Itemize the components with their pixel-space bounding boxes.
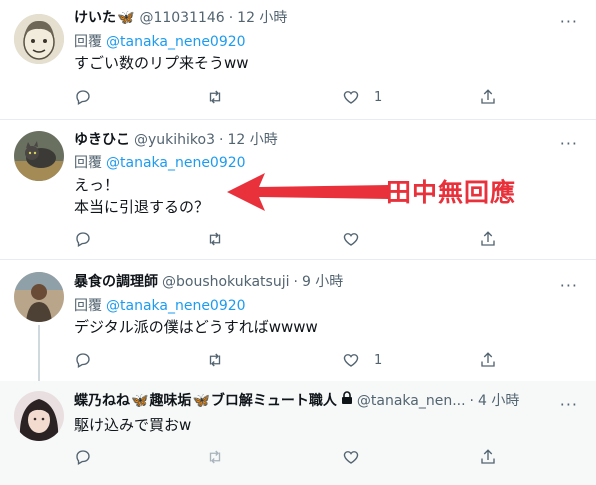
reply-icon xyxy=(76,232,90,247)
display-name[interactable]: けいた xyxy=(74,8,116,28)
reply-label: 回覆 xyxy=(74,34,102,50)
tweet-reply-3[interactable]: 暴食の調理師 @boushokukatsuji · 9 小時 ··· 回覆 @ta… xyxy=(0,261,596,381)
heart-icon xyxy=(343,91,359,104)
more-options-icon[interactable]: ··· xyxy=(560,278,578,294)
share-button[interactable] xyxy=(479,350,497,370)
separator-dot: · xyxy=(219,132,224,148)
display-name[interactable]: 蝶乃ねね🦋趣味垢🦋ブロ解ミュート職人 xyxy=(74,391,337,411)
user-handle[interactable]: @yukihiko3 xyxy=(134,130,215,150)
tweet-author-reply[interactable]: 蝶乃ねね🦋趣味垢🦋ブロ解ミュート職人 @tanaka_nen... · 4 小時… xyxy=(0,381,596,485)
share-button[interactable] xyxy=(479,87,497,107)
retweet-icon xyxy=(209,232,221,246)
tweet-actions xyxy=(74,447,504,467)
tweet-text: えっ！ 本当に引退するの？ xyxy=(74,176,210,216)
timestamp[interactable]: 12 小時 xyxy=(227,130,277,150)
like-button[interactable]: 1 xyxy=(342,87,382,107)
retweet-icon xyxy=(209,450,221,464)
display-name[interactable]: ゆきひこ xyxy=(74,130,130,150)
reply-icon xyxy=(76,90,90,105)
like-button[interactable] xyxy=(342,229,374,249)
lock-icon xyxy=(340,391,354,411)
share-icon xyxy=(481,231,495,246)
separator-dot: · xyxy=(469,393,474,409)
butterfly-emoji-icon: 🦋 xyxy=(192,393,210,409)
reply-context: 回覆 @tanaka_nene0920 xyxy=(74,296,246,316)
display-name-part: 趣味垢 xyxy=(149,393,192,409)
reply-mention-link[interactable]: @tanaka_nene0920 xyxy=(106,298,246,314)
separator-dot: · xyxy=(293,274,298,290)
retweet-button[interactable] xyxy=(206,229,224,249)
tweet-text: デジタル派の僕はどうすればwwww xyxy=(74,318,318,336)
like-count: 1 xyxy=(374,89,383,105)
like-button[interactable]: 1 xyxy=(342,350,382,370)
tweet-actions: 1 xyxy=(74,350,504,370)
tweet-actions xyxy=(74,229,504,249)
thread-line xyxy=(38,325,40,381)
display-name-part: 蝶乃ねね xyxy=(74,393,130,409)
like-count: 1 xyxy=(374,352,383,368)
more-options-icon[interactable]: ··· xyxy=(560,136,578,152)
reply-label: 回覆 xyxy=(74,155,102,171)
tweet-text: 駆け込みで買おw xyxy=(74,416,192,434)
reply-label: 回覆 xyxy=(74,298,102,314)
butterfly-emoji-icon: 🦋 xyxy=(131,393,149,409)
share-icon xyxy=(481,352,495,367)
retweet-button[interactable] xyxy=(206,87,224,107)
user-handle[interactable]: @boushokukatsuji xyxy=(162,272,289,292)
reply-context: 回覆 @tanaka_nene0920 xyxy=(74,153,246,173)
heart-icon xyxy=(343,451,359,464)
heart-icon xyxy=(343,354,359,367)
display-name[interactable]: 暴食の調理師 xyxy=(74,272,158,292)
reply-button[interactable] xyxy=(74,350,92,370)
tweet-actions: 1 xyxy=(74,87,504,107)
timestamp[interactable]: 4 小時 xyxy=(478,391,519,411)
share-button[interactable] xyxy=(479,447,497,467)
share-button[interactable] xyxy=(479,229,497,249)
reply-button[interactable] xyxy=(74,87,92,107)
annotation-label: 田中無回應 xyxy=(386,178,517,207)
reply-icon xyxy=(76,353,90,368)
more-options-icon[interactable]: ··· xyxy=(560,397,578,413)
avatar[interactable] xyxy=(14,14,64,64)
avatar[interactable] xyxy=(14,272,64,322)
timestamp[interactable]: 12 小時 xyxy=(237,8,287,28)
tweet-text: すごい数のリプ来そうww xyxy=(74,54,249,72)
heart-icon xyxy=(343,233,359,246)
reply-icon xyxy=(76,450,90,465)
annotation-arrow-icon xyxy=(227,173,390,211)
reply-button[interactable] xyxy=(74,447,92,467)
like-button[interactable] xyxy=(342,447,360,467)
reply-context: 回覆 @tanaka_nene0920 xyxy=(74,32,246,52)
timestamp[interactable]: 9 小時 xyxy=(302,272,343,292)
user-handle[interactable]: @tanaka_nen... xyxy=(357,391,466,411)
reply-button[interactable] xyxy=(74,229,92,249)
retweet-icon xyxy=(209,353,221,367)
avatar[interactable] xyxy=(14,391,64,441)
retweet-button[interactable] xyxy=(206,350,224,370)
more-options-icon[interactable]: ··· xyxy=(560,14,578,30)
tweet-reply-1[interactable]: けいた 🦋 @11031146 · 12 小時 ··· 回覆 @tanaka_ne… xyxy=(0,0,596,120)
share-icon xyxy=(481,89,495,104)
retweet-button[interactable] xyxy=(206,447,224,467)
user-handle[interactable]: @11031146 xyxy=(139,8,224,28)
display-name-part: ブロ解ミュート職人 xyxy=(210,393,337,409)
reply-mention-link[interactable]: @tanaka_nene0920 xyxy=(106,34,246,50)
separator-dot: · xyxy=(228,10,234,26)
butterfly-emoji-icon: 🦋 xyxy=(117,10,135,26)
retweet-icon xyxy=(209,90,221,104)
share-icon xyxy=(481,449,495,464)
avatar[interactable] xyxy=(14,131,64,181)
